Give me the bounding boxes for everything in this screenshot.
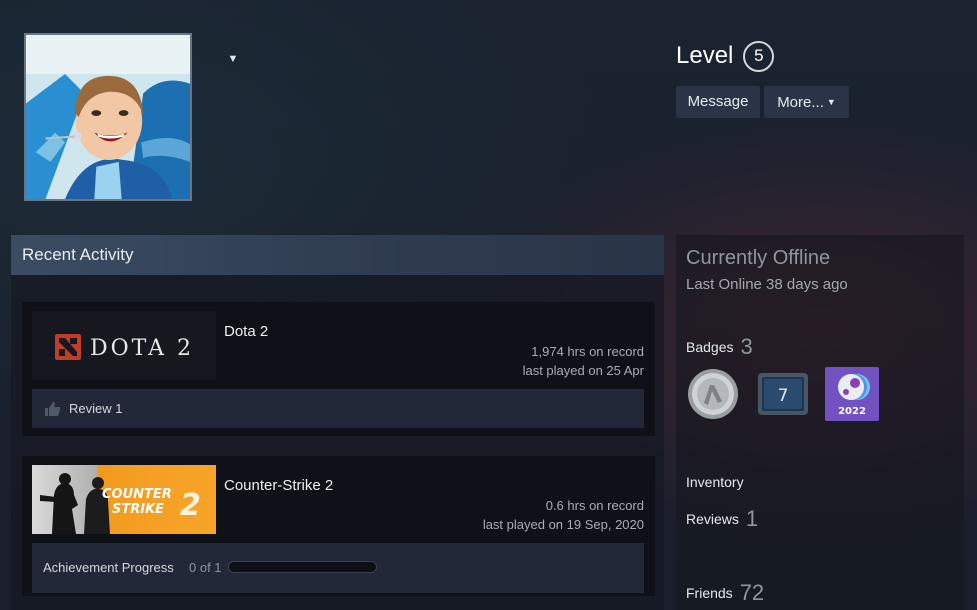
level-indicator: Level 5 xyxy=(676,38,775,74)
cs-capsule-text-2: STRIKE xyxy=(112,502,164,517)
more-button[interactable]: More... ▼ xyxy=(764,86,849,118)
last-played: last played on 25 Apr xyxy=(522,363,644,378)
review-footer[interactable]: Review 1 xyxy=(32,389,644,428)
game-name-link[interactable]: Counter-Strike 2 xyxy=(224,477,333,494)
silver-coin-badge-icon[interactable] xyxy=(686,367,740,421)
badges-label: Badges xyxy=(686,339,734,355)
message-button-label: Message xyxy=(687,93,749,110)
cs-capsule-text-3: 2 xyxy=(180,488,201,523)
achievement-count: 0 of 1 xyxy=(189,560,222,575)
online-status-title: Currently Offline xyxy=(686,247,831,269)
friends-label: Friends xyxy=(686,585,733,601)
cs-capsule-text-1: COUNTER xyxy=(102,487,172,502)
badges-link[interactable]: Badges 3 xyxy=(686,334,753,360)
review-label: Review 1 xyxy=(69,401,123,416)
achievement-progress-label: Achievement Progress xyxy=(43,560,174,575)
avatar-image xyxy=(26,35,190,199)
game-card-counter-strike-2: COUNTER STRIKE 2 Counter-Strike 2 0.6 hr… xyxy=(22,456,655,596)
thumbs-up-icon xyxy=(45,402,61,416)
chevron-down-icon: ▼ xyxy=(826,97,836,107)
friends-link[interactable]: Friends 72 xyxy=(686,580,764,606)
years-badge-number: 7 xyxy=(778,386,789,406)
message-button[interactable]: Message xyxy=(676,86,760,118)
steam-badge-year: 2022 xyxy=(838,406,866,417)
dota-2-capsule[interactable]: DOTA 2 xyxy=(32,311,216,380)
level-badge: 5 xyxy=(743,40,775,72)
level-label: Level xyxy=(676,42,734,69)
reviews-label: Reviews xyxy=(686,511,739,527)
last-online-text: Last Online 38 days ago xyxy=(686,276,848,293)
last-played: last played on 19 Sep, 2020 xyxy=(482,517,644,532)
profile-avatar[interactable] xyxy=(24,33,192,201)
achievement-footer[interactable]: Achievement Progress 0 of 1 xyxy=(32,543,644,593)
reviews-count: 1 xyxy=(745,506,759,531)
years-of-service-badge-icon[interactable]: 7 xyxy=(756,367,810,421)
profile-name-dropdown-caret[interactable]: ▼ xyxy=(224,50,242,68)
more-button-label: More... xyxy=(777,94,824,111)
dota-2-logo-icon: DOTA 2 xyxy=(32,311,216,380)
steam-2022-badge-icon[interactable]: 2022 xyxy=(825,367,879,421)
recent-activity-header: Recent Activity xyxy=(11,235,664,275)
counter-strike-2-logo-icon: COUNTER STRIKE 2 xyxy=(32,465,216,534)
game-name-link[interactable]: Dota 2 xyxy=(224,323,268,340)
achievement-progress-bar xyxy=(228,561,377,573)
hours-on-record: 1,974 hrs on record xyxy=(531,344,644,359)
dota-2-capsule-text: DOTA 2 xyxy=(90,336,194,361)
game-card-dota-2: DOTA 2 Dota 2 1,974 hrs on record last p… xyxy=(22,302,655,436)
friends-count: 72 xyxy=(739,580,765,605)
reviews-link[interactable]: Reviews 1 xyxy=(686,506,758,532)
badges-count: 3 xyxy=(740,334,753,359)
counter-strike-2-capsule[interactable]: COUNTER STRIKE 2 xyxy=(32,465,216,534)
hours-on-record: 0.6 hrs on record xyxy=(545,498,644,513)
inventory-link[interactable]: Inventory xyxy=(686,474,744,490)
